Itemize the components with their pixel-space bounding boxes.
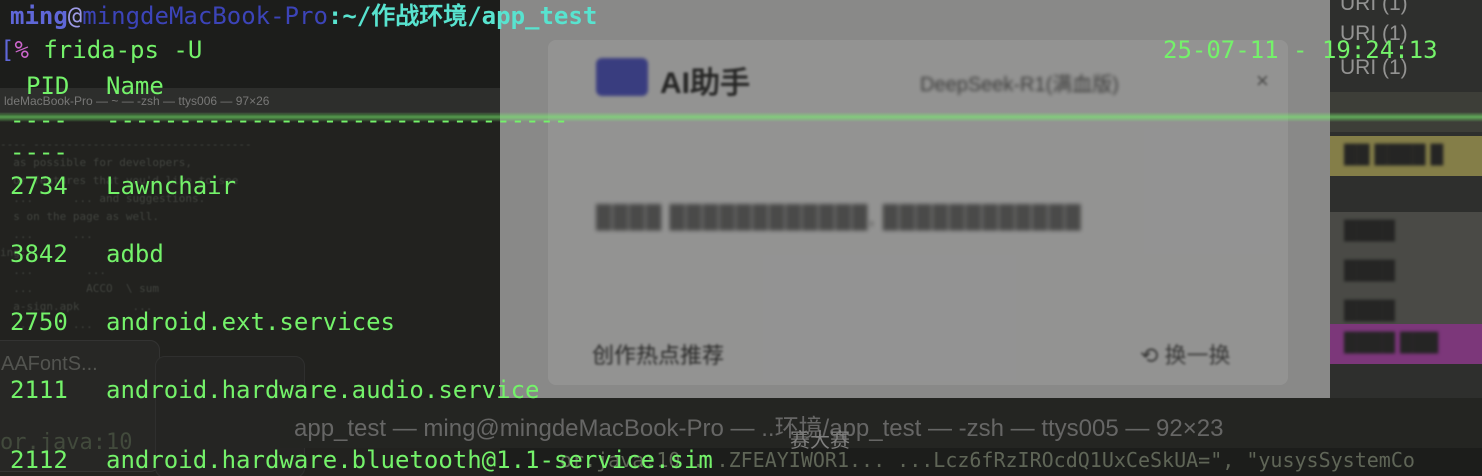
foreground-terminal-overlay[interactable] bbox=[0, 0, 1482, 476]
separator-name: -------------------------------- bbox=[106, 106, 569, 134]
process-pid: 2112 bbox=[10, 446, 68, 474]
column-header-name: Name bbox=[106, 72, 164, 100]
separator-pid: ---- bbox=[10, 106, 68, 134]
process-name: android.hardware.bluetooth@1.1-service.s… bbox=[106, 446, 713, 474]
process-pid: 2734 bbox=[10, 172, 68, 200]
prompt-path: :~/作战环境/app_test bbox=[327, 2, 598, 30]
process-pid: 2111 bbox=[10, 376, 68, 404]
prompt-bracket: [ bbox=[0, 36, 15, 64]
process-name: android.ext.services bbox=[106, 308, 395, 336]
process-name: adbd bbox=[106, 240, 164, 268]
terminal-prompt: ming@mingdeMacBook-Pro:~/作战环境/app_test bbox=[10, 2, 597, 30]
desktop: ldeMacBook-Pro — ~ — -zsh — ttys006 — 97… bbox=[0, 0, 1482, 476]
process-name: android.hardware.audio.service bbox=[106, 376, 540, 404]
process-name: Lawnchair bbox=[106, 172, 237, 200]
process-pid: 3842 bbox=[10, 240, 68, 268]
separator-wrap: ---- bbox=[10, 138, 68, 166]
process-pid: 2750 bbox=[10, 308, 68, 336]
prompt-at: @ bbox=[67, 2, 83, 30]
prompt-user: ming bbox=[10, 2, 68, 30]
column-header-pid: PID bbox=[26, 72, 70, 100]
prompt-symbol: % bbox=[14, 36, 29, 64]
terminal-command-line: [% frida-ps -U bbox=[0, 36, 202, 64]
prompt-host: mingdeMacBook-Pro bbox=[82, 2, 328, 30]
terminal-clock: 25-07-11 - 19:24:13 bbox=[1163, 36, 1438, 64]
terminal-command: frida-ps -U bbox=[28, 36, 203, 64]
